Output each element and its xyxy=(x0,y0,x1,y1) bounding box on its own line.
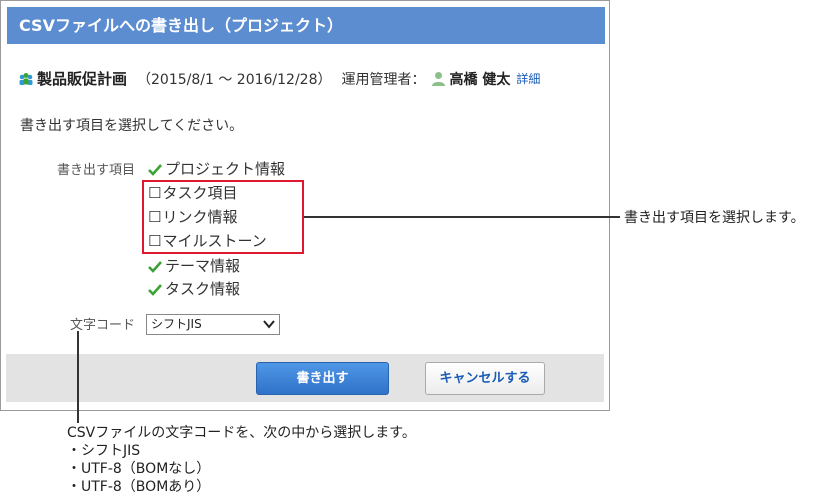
dialog-title: CSVファイルへの書き出し（プロジェクト） xyxy=(7,7,605,44)
user-icon xyxy=(432,72,446,86)
detail-link[interactable]: 詳細 xyxy=(516,70,540,87)
callout-charcode-option: ・シフトJIS xyxy=(67,443,141,459)
check-icon xyxy=(148,260,162,273)
item-theme-info: テーマ情報 xyxy=(148,255,240,276)
callout-charcode-option: ・UTF-8（BOMなし） xyxy=(67,461,211,477)
item-project-info: プロジェクト情報 xyxy=(148,158,285,179)
callout-line-bottom xyxy=(77,331,79,423)
cancel-button[interactable]: キャンセルする xyxy=(425,362,545,395)
item-task-info: タスク情報 xyxy=(148,278,240,299)
highlight-box xyxy=(142,180,304,254)
item-label: テーマ情報 xyxy=(165,257,241,275)
item-label: プロジェクト情報 xyxy=(165,160,286,178)
manager-name: 高橋 健太 xyxy=(449,71,511,88)
project-info: 製品販促計画 （2015/8/1 ～ 2016/12/28） 運用管理者： 高橋… xyxy=(18,68,540,89)
callout-line-right xyxy=(304,216,620,218)
manager-label: 運用管理者： xyxy=(341,71,426,88)
project-icon xyxy=(19,72,33,85)
export-items-label: 書き出す項目 xyxy=(56,163,135,178)
project-name: 製品販促計画 xyxy=(37,70,128,88)
item-label: タスク情報 xyxy=(165,280,241,298)
callout-export-items: 書き出す項目を選択します。 xyxy=(624,210,805,226)
callout-charcode-option: ・UTF-8（BOMあり） xyxy=(67,479,211,495)
charcode-label: 文字コード xyxy=(69,318,135,333)
charcode-selected: シフトJIS xyxy=(151,317,202,331)
charcode-select[interactable]: シフトJIS xyxy=(146,314,280,335)
export-dialog: CSVファイルへの書き出し（プロジェクト） xyxy=(0,0,610,411)
instruction-text: 書き出す項目を選択してください。 xyxy=(20,118,244,134)
callout-charcode-line: CSVファイルの文字コードを、次の中から選択します。 xyxy=(67,425,416,441)
chevron-down-icon xyxy=(263,320,275,329)
check-icon xyxy=(148,283,162,296)
export-button[interactable]: 書き出す xyxy=(256,362,389,395)
check-icon xyxy=(148,163,162,176)
callout-charcode: CSVファイルの文字コードを、次の中から選択します。 ・シフトJIS ・UTF-… xyxy=(67,424,416,496)
project-period: （2015/8/1 ～ 2016/12/28） xyxy=(137,71,332,88)
